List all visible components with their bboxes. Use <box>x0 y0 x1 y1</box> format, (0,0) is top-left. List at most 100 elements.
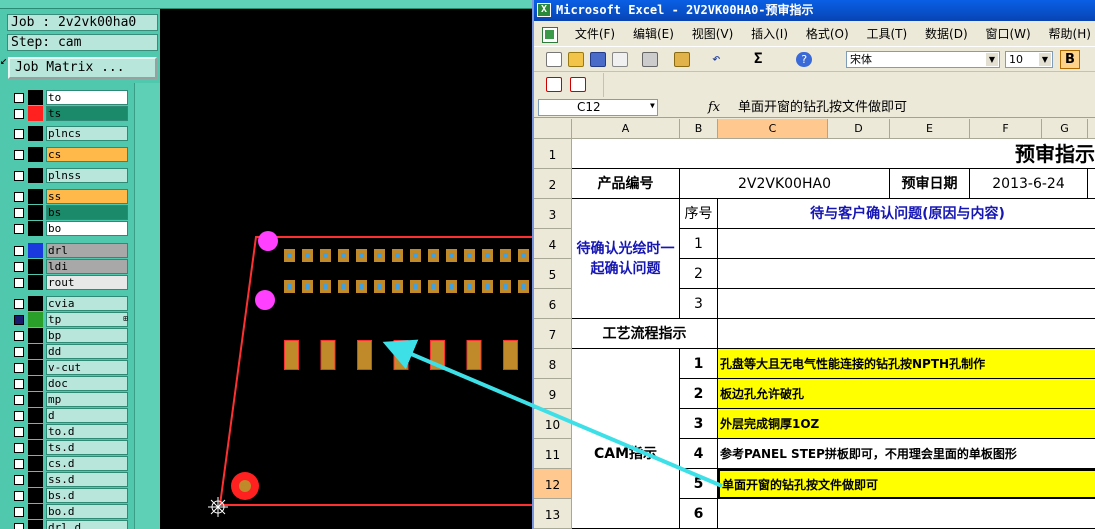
row-header[interactable]: 2 <box>534 169 572 199</box>
layer-row-bs[interactable]: bs <box>10 205 130 221</box>
save-icon[interactable] <box>590 52 606 67</box>
pending-confirm-label[interactable]: 待确认光绘时一起确认问题 <box>572 199 680 319</box>
layer-color-swatch[interactable] <box>28 504 43 519</box>
layer-row-ldi[interactable]: ldi <box>10 259 130 275</box>
layer-name[interactable]: bo <box>46 221 128 236</box>
layer-row-ts.d[interactable]: ts.d <box>10 440 130 456</box>
pdf-convert-icon[interactable] <box>546 77 562 92</box>
layer-name[interactable]: rout <box>46 275 128 290</box>
layer-name[interactable]: bo.d <box>46 504 128 519</box>
layer-checkbox[interactable] <box>14 395 24 405</box>
layer-name[interactable]: ss.d <box>46 472 128 487</box>
layer-checkbox[interactable] <box>14 129 24 139</box>
cam-item-no[interactable]: 6 <box>680 499 718 529</box>
cam-item-no[interactable]: 4 <box>680 439 718 469</box>
layer-name[interactable]: plnss <box>46 168 128 183</box>
cam-item-text[interactable]: 参考PANEL STEP拼板即可，不用理会里面的单板图形 <box>718 439 1095 469</box>
undo-icon[interactable]: ↶ <box>712 52 728 67</box>
layer-name[interactable]: d <box>46 408 128 423</box>
menu-insert[interactable]: 插入(I) <box>744 23 795 45</box>
layer-name[interactable]: v-cut <box>46 360 128 375</box>
layer-name[interactable]: to <box>46 90 128 105</box>
layer-row-d[interactable]: d <box>10 408 130 424</box>
review-date-label[interactable]: 预审日期 <box>890 169 970 199</box>
cam-item-text[interactable]: 孔盘等大且无电气性能连接的钻孔按NPTH孔制作 <box>718 349 1095 379</box>
layer-name[interactable]: bs.d <box>46 488 128 503</box>
process-flow-cell[interactable] <box>718 319 1095 349</box>
workbook-icon[interactable] <box>542 26 558 43</box>
layer-row-plncs[interactable]: plncs <box>10 126 130 142</box>
row-header[interactable]: 8 <box>534 349 572 379</box>
layer-row-ts[interactable]: ts <box>10 106 130 122</box>
cam-item-text[interactable] <box>718 499 1095 529</box>
layer-row-mp[interactable]: mp <box>10 392 130 408</box>
layer-checkbox[interactable] <box>14 427 24 437</box>
layer-row-drl.d[interactable]: drl.d <box>10 520 130 529</box>
layer-row-doc[interactable]: doc <box>10 376 130 392</box>
layer-row-dd[interactable]: dd <box>10 344 130 360</box>
layer-row-bs.d[interactable]: bs.d <box>10 488 130 504</box>
layer-color-swatch[interactable] <box>28 189 43 204</box>
layer-name[interactable]: bs <box>46 205 128 220</box>
row-header[interactable]: 1 <box>534 139 572 169</box>
product-no-value[interactable]: 2V2VK00HA0 <box>680 169 890 199</box>
product-no-label[interactable]: 产品编号 <box>572 169 680 199</box>
row-header[interactable]: 4 <box>534 229 572 259</box>
layer-checkbox[interactable] <box>14 523 24 529</box>
review-date-value[interactable]: 2013-6-24 <box>970 169 1088 199</box>
layer-row-ss.d[interactable]: ss.d <box>10 472 130 488</box>
layer-name[interactable]: dd <box>46 344 128 359</box>
layer-color-swatch[interactable] <box>28 392 43 407</box>
row-header[interactable]: 6 <box>534 289 572 319</box>
menu-file[interactable]: 文件(F) <box>568 23 622 45</box>
layer-checkbox[interactable] <box>14 411 24 421</box>
layer-name[interactable]: cs <box>46 147 128 162</box>
layer-checkbox[interactable] <box>14 278 24 288</box>
chevron-down-icon[interactable]: ▼ <box>650 101 655 110</box>
layer-name[interactable]: doc <box>46 376 128 391</box>
layer-name[interactable]: ldi <box>46 259 128 274</box>
layer-checkbox[interactable] <box>14 109 24 119</box>
layer-checkbox[interactable] <box>14 150 24 160</box>
layer-color-swatch[interactable] <box>28 90 43 105</box>
open-icon[interactable] <box>568 52 584 67</box>
cam-item-text[interactable]: 板边孔允许破孔 <box>718 379 1095 409</box>
layer-name[interactable]: cvia <box>46 296 128 311</box>
layer-color-swatch[interactable] <box>28 243 43 258</box>
column-header-f[interactable]: F <box>970 119 1042 139</box>
layer-checkbox[interactable] <box>14 224 24 234</box>
pending-issue-cell[interactable] <box>718 289 1095 319</box>
select-all-corner[interactable] <box>534 119 572 139</box>
layer-list-scrollbar[interactable] <box>134 83 160 529</box>
row-header[interactable]: 10 <box>534 409 572 439</box>
layer-color-swatch[interactable] <box>28 296 43 311</box>
paste-icon[interactable] <box>674 52 690 67</box>
layer-name[interactable]: drl <box>46 243 128 258</box>
layer-color-swatch[interactable] <box>28 147 43 162</box>
layer-row-bo[interactable]: bo <box>10 221 130 237</box>
layer-checkbox[interactable] <box>14 507 24 517</box>
layer-color-swatch[interactable] <box>28 259 43 274</box>
layer-color-swatch[interactable] <box>28 221 43 236</box>
spreadsheet-grid[interactable]: A B C D E F G 1 2 3 4 5 6 7 8 9 10 11 12… <box>534 119 1095 529</box>
layer-name[interactable]: ss <box>46 189 128 204</box>
layer-name[interactable]: ts <box>46 106 128 121</box>
column-header-b[interactable]: B <box>680 119 718 139</box>
column-header-c[interactable]: C <box>718 119 828 139</box>
layer-checkbox[interactable] <box>14 363 24 373</box>
fx-icon[interactable]: fx <box>708 98 720 117</box>
layer-row-tp[interactable]: tp ⊞ <box>10 312 130 328</box>
layer-row-ss[interactable]: ss <box>10 189 130 205</box>
layer-name[interactable]: ts.d <box>46 440 128 455</box>
layer-row-rout[interactable]: rout <box>10 275 130 291</box>
layer-color-swatch[interactable] <box>28 312 43 327</box>
layer-color-swatch[interactable] <box>28 376 43 391</box>
row-header[interactable]: 5 <box>534 259 572 289</box>
pdf-attach-icon[interactable] <box>570 77 586 92</box>
column-header-e[interactable]: E <box>890 119 970 139</box>
layer-color-swatch[interactable] <box>28 360 43 375</box>
cam-item-no[interactable]: 1 <box>680 349 718 379</box>
graphic-canvas[interactable] <box>160 9 532 529</box>
layer-checkbox[interactable] <box>14 262 24 272</box>
menu-data[interactable]: 数据(D) <box>918 23 975 45</box>
